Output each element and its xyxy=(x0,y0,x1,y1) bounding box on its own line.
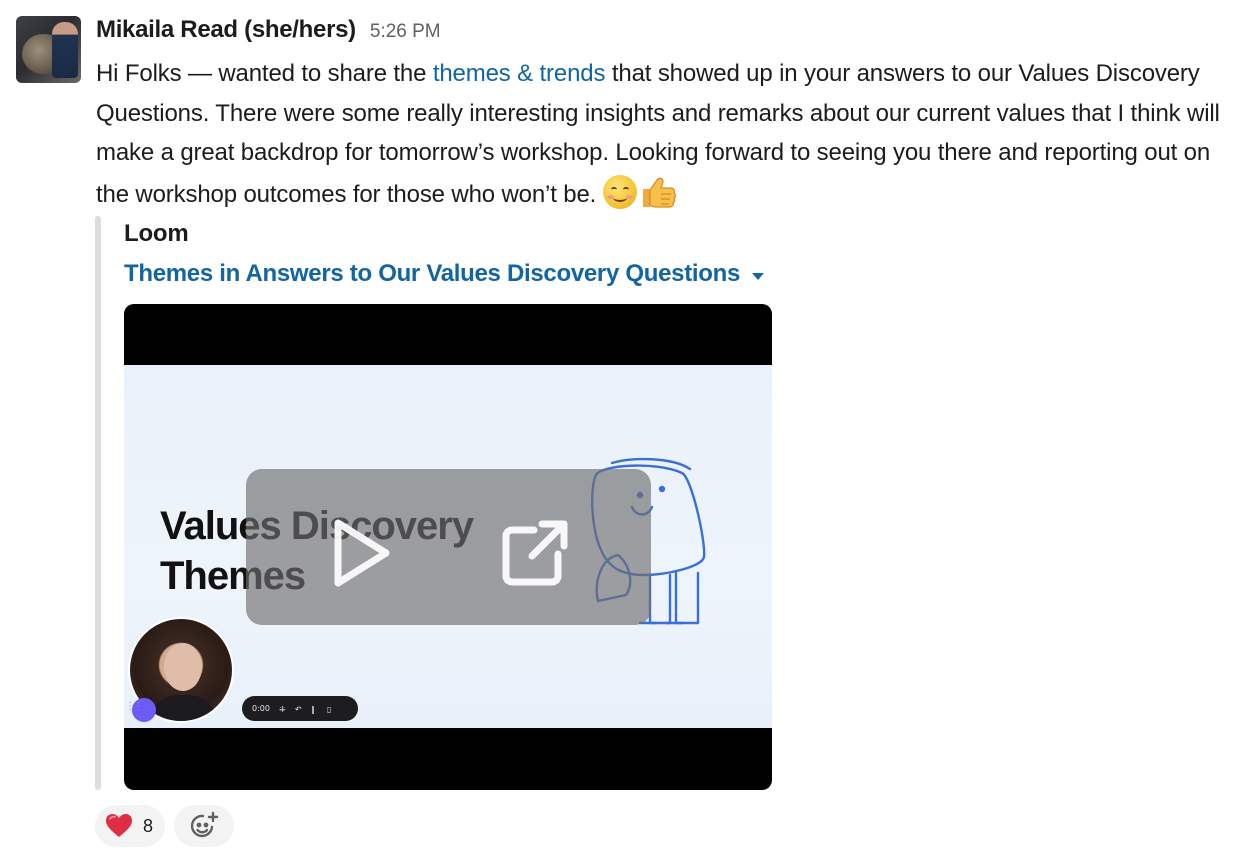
add-reaction-button[interactable] xyxy=(174,805,235,847)
thumbs-up-emoji xyxy=(637,173,676,208)
reaction-heart[interactable]: 8 xyxy=(95,805,166,847)
author-avatar[interactable] xyxy=(16,16,81,83)
unfurl-accent-bar xyxy=(95,216,101,790)
heart-emoji xyxy=(106,814,132,837)
message-header: Mikaila Read (she/hers) 5:26 PM xyxy=(96,16,441,48)
play-icon[interactable] xyxy=(324,515,396,591)
undo-icon: ↶ xyxy=(294,705,302,714)
author-name[interactable]: Mikaila Read (she/hers) xyxy=(96,16,356,44)
draw-icon: ⁜ xyxy=(278,705,286,714)
relieved-smile-emoji xyxy=(602,174,637,209)
unfurl-title-link[interactable]: Themes in Answers to Our Values Discover… xyxy=(124,260,740,288)
message-body: Hi Folks — wanted to share the themes & … xyxy=(96,54,1236,214)
video-overlay xyxy=(246,469,651,625)
video-player[interactable]: Values Discovery Themes ⋮⋮ 0:00 ⁜ ↶ ‖ ▯ xyxy=(124,304,772,790)
open-external-icon[interactable] xyxy=(498,514,574,590)
recorder-time: 0:00 xyxy=(252,704,270,713)
message-text-start: Hi Folks — wanted to share the xyxy=(96,60,433,87)
avatar-person xyxy=(52,22,78,78)
pause-icon: ‖ xyxy=(310,705,315,714)
recorder-controls: 0:00 ⁜ ↶ ‖ ▯ xyxy=(242,696,358,721)
unfurl-service-name: Loom xyxy=(124,220,189,247)
reaction-count: 8 xyxy=(143,815,154,836)
message-timestamp[interactable]: 5:26 PM xyxy=(370,21,441,43)
reactions-bar: 8 xyxy=(95,805,235,847)
collapse-caret-icon[interactable] xyxy=(752,272,765,280)
drag-handle-icon: ⋮⋮ xyxy=(125,701,143,712)
themes-trends-link[interactable]: themes & trends xyxy=(433,60,606,87)
trash-icon: ▯ xyxy=(326,705,332,714)
add-emoji-icon xyxy=(190,811,219,838)
unfurl-title-row[interactable]: Themes in Answers to Our Values Discover… xyxy=(124,260,765,288)
